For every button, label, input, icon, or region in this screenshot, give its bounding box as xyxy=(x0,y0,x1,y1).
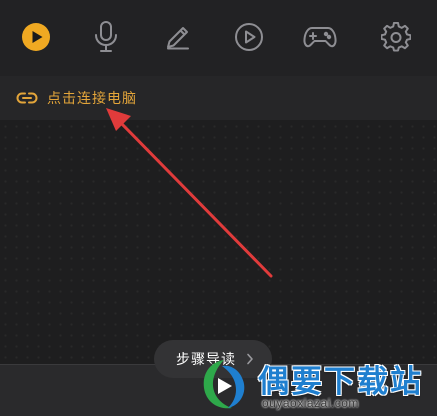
watermark-url: ouyaoxiazai.com xyxy=(262,396,359,410)
play-circle-icon[interactable] xyxy=(16,17,56,57)
microphone-icon[interactable] xyxy=(86,17,126,57)
site-watermark: 偶要下载站 ouyaoxiazai.com xyxy=(196,354,436,416)
watermark-logo-icon xyxy=(203,360,245,409)
app-screen: 点击连接电脑 步骤导读 偶要下载站 ouyaoxiazai.com xyxy=(0,0,437,416)
watermark-brand: 偶要下载站 xyxy=(258,364,423,400)
link-icon xyxy=(15,86,39,110)
top-toolbar xyxy=(0,0,437,76)
gamepad-icon[interactable] xyxy=(300,17,340,57)
pencil-icon[interactable] xyxy=(158,17,198,57)
connect-computer-bar[interactable]: 点击连接电脑 xyxy=(0,76,437,120)
play-outline-icon[interactable] xyxy=(229,17,269,57)
gear-icon[interactable] xyxy=(376,17,416,57)
connect-computer-label: 点击连接电脑 xyxy=(47,91,137,107)
